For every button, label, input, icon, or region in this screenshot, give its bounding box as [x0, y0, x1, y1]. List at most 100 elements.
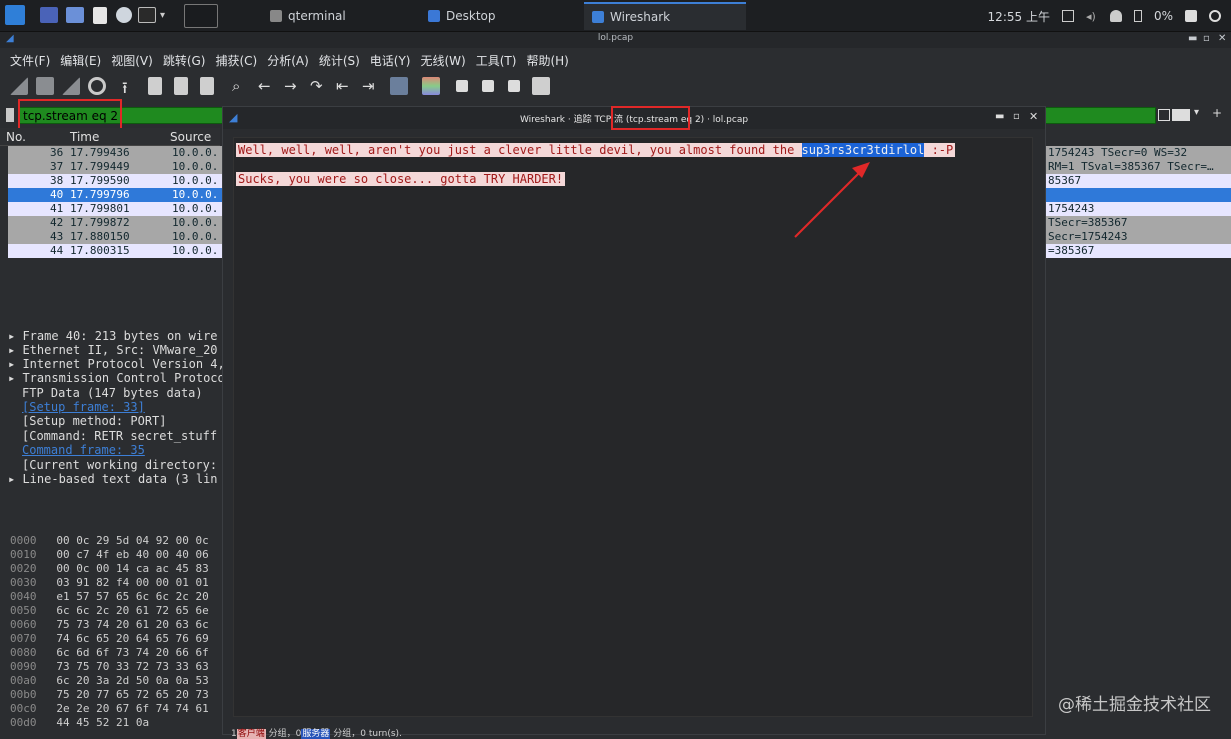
go-back-icon[interactable]: ←	[258, 77, 276, 95]
hex-line: 00a0 6c 20 3a 2d 50 0a 0a 53	[10, 674, 209, 687]
files-icon[interactable]	[66, 7, 84, 23]
battery-level: 0%	[1153, 9, 1173, 23]
minimize-icon[interactable]: ▬	[1188, 33, 1197, 44]
hex-line: 00c0 2e 2e 20 67 6f 74 74 61	[10, 702, 209, 715]
menu-wireless[interactable]: 无线(W)	[421, 52, 466, 69]
menu-go[interactable]: 跳转(G)	[163, 52, 206, 69]
notification-bell-icon[interactable]	[1109, 10, 1122, 22]
colorize-icon[interactable]	[422, 77, 440, 95]
close-icon[interactable]: ✕	[1029, 110, 1038, 123]
wireshark-icon	[592, 11, 604, 23]
maximize-icon[interactable]: ▫	[1013, 111, 1020, 122]
restart-capture-icon[interactable]	[62, 77, 80, 95]
taskbar: ▾ qterminal Desktop Wireshark 12:55 上午 ◂…	[0, 0, 1231, 32]
hex-line: 0040 e1 57 57 65 6c 6c 2c 20	[10, 590, 209, 603]
system-tray: 12:55 上午 ◂) 0%	[988, 0, 1231, 32]
window-titlebar: ◢ lol.pcap ▬ ▫ ✕	[0, 32, 1231, 48]
close-file-icon[interactable]	[174, 77, 188, 95]
browser-icon[interactable]	[116, 7, 132, 23]
wireshark-launcher-icon[interactable]	[184, 4, 218, 28]
menu-edit[interactable]: 编辑(E)	[60, 52, 101, 69]
client-label: 客户端	[236, 729, 266, 739]
volume-icon[interactable]: ◂)	[1086, 10, 1098, 23]
taskbar-window-wireshark[interactable]: Wireshark	[584, 2, 746, 30]
menu-capture[interactable]: 捕获(C)	[215, 52, 257, 69]
detail-tcp[interactable]: ▸ Transmission Control Protoco	[8, 371, 225, 385]
menu-help[interactable]: 帮助(H)	[526, 52, 568, 69]
menu-file[interactable]: 文件(F)	[10, 52, 50, 69]
capture-options-icon[interactable]	[88, 77, 106, 95]
window-icon[interactable]	[1061, 10, 1074, 22]
autoscroll-icon[interactable]	[390, 77, 408, 95]
filter-history-icon[interactable]: ▾	[1194, 107, 1199, 118]
highlighted-secret: sup3rs3cr3tdirlol	[801, 143, 925, 157]
battery-icon[interactable]	[1133, 10, 1142, 22]
menu-view[interactable]: 视图(V)	[111, 52, 153, 69]
stop-capture-icon[interactable]	[36, 77, 54, 95]
open-file-icon[interactable]: ⭱	[122, 77, 140, 97]
last-packet-icon[interactable]: ⇥	[362, 77, 380, 95]
terminal-icon[interactable]	[138, 7, 156, 23]
stream-content-area[interactable]: Well, well, well, aren't you just a clev…	[233, 137, 1033, 717]
annotation-title-filter-box	[611, 106, 690, 130]
add-filter-button-icon[interactable]: +	[1212, 106, 1222, 120]
zoom-reset-icon[interactable]	[508, 80, 520, 92]
follow-tcp-stream-dialog: ◢ Wireshark · 追踪 TCP 流 (tcp.stream eq 2)…	[222, 106, 1046, 739]
menu-telephony[interactable]: 电话(Y)	[370, 52, 411, 69]
close-icon[interactable]: ✕	[1218, 33, 1226, 44]
chevron-down-icon[interactable]: ▾	[160, 10, 172, 22]
hex-dump: 0000 00 0c 29 5d 04 92 00 0c 0010 00 c7 …	[0, 532, 220, 732]
document-icon[interactable]	[93, 7, 107, 24]
taskbar-window-desktop[interactable]: Desktop	[420, 2, 580, 30]
detail-setup-frame-link[interactable]: [Setup frame: 33]	[22, 400, 145, 414]
clear-filter-icon[interactable]	[1158, 109, 1170, 121]
start-capture-icon[interactable]	[10, 77, 28, 95]
packet-details: ▸ Frame 40: 213 bytes on wire ▸ Ethernet…	[0, 326, 225, 492]
go-forward-icon[interactable]: →	[284, 77, 302, 95]
terminal-icon	[270, 10, 282, 22]
go-to-packet-icon[interactable]: ↷	[310, 77, 328, 95]
hex-line: 0070 74 6c 65 20 64 65 76 69	[10, 632, 209, 645]
watermark: @稀土掘金技术社区	[1058, 695, 1211, 715]
column-source[interactable]: Source	[170, 130, 211, 144]
menu-analyze[interactable]: 分析(A)	[267, 52, 309, 69]
hex-line: 0010 00 c7 4f eb 40 00 40 06	[10, 548, 209, 561]
reload-file-icon[interactable]	[200, 77, 214, 95]
desktop-icon[interactable]	[40, 7, 58, 23]
hex-line: 0080 6c 6d 6f 73 74 20 66 6f	[10, 646, 209, 659]
menu-statistics[interactable]: 统计(S)	[319, 52, 360, 69]
hex-line: 0030 03 91 82 f4 00 00 01 01	[10, 576, 209, 589]
taskbar-window-qterminal[interactable]: qterminal	[262, 2, 412, 30]
folder-icon	[428, 10, 440, 22]
maximize-icon[interactable]: ▫	[1203, 33, 1210, 44]
detail-ftp-data[interactable]: FTP Data (147 bytes data)	[22, 386, 203, 400]
stream-line-1: Well, well, well, aren't you just a clev…	[236, 143, 956, 157]
minimize-icon[interactable]: ▬	[995, 111, 1004, 122]
menu-bar: 文件(F) 编辑(E) 视图(V) 跳转(G) 捕获(C) 分析(A) 统计(S…	[0, 50, 1231, 70]
detail-command-frame-link[interactable]: Command frame: 35	[22, 443, 145, 457]
detail-ethernet[interactable]: ▸ Ethernet II, Src: VMware_20	[8, 343, 218, 357]
zoom-in-icon[interactable]	[456, 80, 468, 92]
detail-line-based-text[interactable]: ▸ Line-based text data (3 lin	[8, 472, 218, 486]
column-time[interactable]: Time	[70, 130, 99, 144]
detail-setup-method: [Setup method: PORT]	[22, 414, 167, 428]
bookmark-icon[interactable]	[6, 108, 14, 122]
zoom-out-icon[interactable]	[482, 80, 494, 92]
first-packet-icon[interactable]: ⇤	[336, 77, 354, 95]
detail-frame[interactable]: ▸ Frame 40: 213 bytes on wire	[8, 329, 218, 343]
resize-columns-icon[interactable]	[532, 77, 550, 95]
detail-ip[interactable]: ▸ Internet Protocol Version 4,	[8, 357, 225, 371]
server-label: 服务器	[301, 729, 331, 739]
lock-icon[interactable]	[1185, 10, 1197, 22]
stream-footer-summary: 1客户端 分组，0服务器 分组，0 turn(s).	[231, 729, 402, 739]
save-file-icon[interactable]	[148, 77, 162, 95]
detail-cwd: [Current working directory:	[22, 458, 218, 472]
menu-tools[interactable]: 工具(T)	[476, 52, 517, 69]
column-no[interactable]: No.	[6, 130, 26, 144]
power-icon[interactable]	[1209, 10, 1221, 22]
kali-menu-icon[interactable]	[5, 5, 25, 25]
find-packet-icon[interactable]: ⌕	[232, 77, 250, 95]
packet-list-header: No. Time Source	[0, 128, 220, 146]
apply-filter-icon[interactable]	[1172, 109, 1190, 121]
clock[interactable]: 12:55 上午	[988, 8, 1050, 25]
